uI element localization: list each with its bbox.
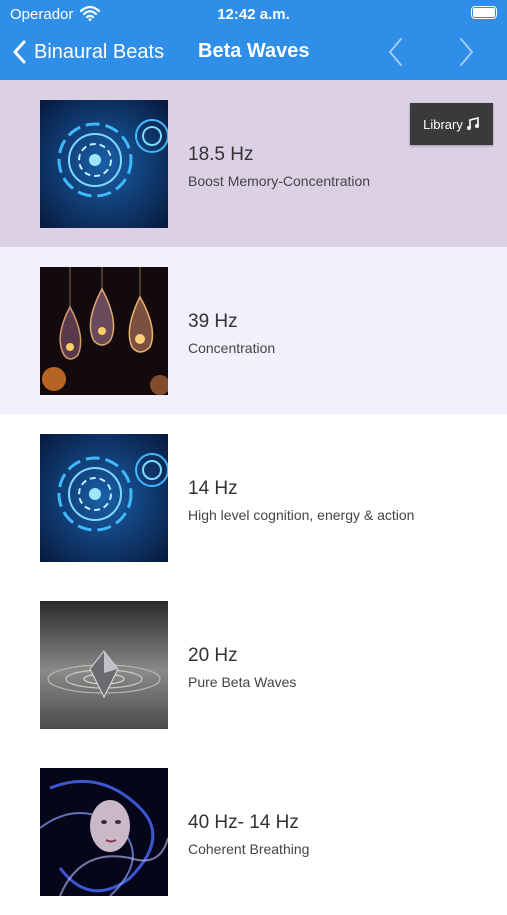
thumbnail-image — [40, 768, 168, 896]
back-button[interactable]: Binaural Beats — [12, 36, 164, 68]
frequency-description: Coherent Breathing — [188, 841, 310, 857]
frequency-description: Boost Memory-Concentration — [188, 173, 371, 189]
previous-button[interactable] — [384, 36, 408, 68]
battery-icon — [471, 6, 497, 19]
list-item[interactable]: 20 Hz Pure Beta Waves — [0, 581, 507, 748]
frequency-description: High level cognition, energy & action — [188, 507, 415, 523]
frequency-label: 20 Hz — [188, 645, 238, 666]
chevron-right-icon — [460, 38, 474, 66]
navigation-header: Operador 12:42 a.m. Binaural Beats Beta … — [0, 0, 507, 80]
chevron-left-icon — [13, 40, 26, 64]
clock-label: 12:42 a.m. — [217, 6, 290, 23]
frequency-list: 18.5 Hz Boost Memory-Concentration Libra… — [0, 80, 507, 915]
frequency-label: 39 Hz — [188, 311, 238, 332]
thumbnail-image — [40, 601, 168, 729]
library-button-label: Library — [423, 116, 463, 132]
thumbnail-image — [40, 434, 168, 562]
page-title: Beta Waves — [198, 40, 310, 62]
list-item[interactable]: 14 Hz High level cognition, energy & act… — [0, 414, 507, 581]
frequency-label: 40 Hz- 14 Hz — [188, 812, 299, 833]
back-button-label: Binaural Beats — [34, 40, 165, 63]
thumbnail-image — [40, 100, 168, 228]
frequency-label: 14 Hz — [188, 478, 238, 499]
next-button[interactable] — [454, 36, 478, 68]
frequency-label: 18.5 Hz — [188, 144, 254, 165]
frequency-description: Pure Beta Waves — [188, 674, 297, 690]
music-note-icon — [466, 117, 479, 130]
list-item[interactable]: 39 Hz Concentration — [0, 247, 507, 414]
thumbnail-image — [40, 267, 168, 395]
list-item[interactable]: 40 Hz- 14 Hz Coherent Breathing — [0, 748, 507, 915]
status-bar: Operador 12:42 a.m. — [0, 0, 507, 28]
frequency-description: Concentration — [188, 340, 276, 356]
chevron-left-icon — [388, 38, 402, 66]
list-item[interactable]: 18.5 Hz Boost Memory-Concentration Libra… — [0, 80, 507, 247]
library-button[interactable]: Library — [410, 103, 493, 145]
